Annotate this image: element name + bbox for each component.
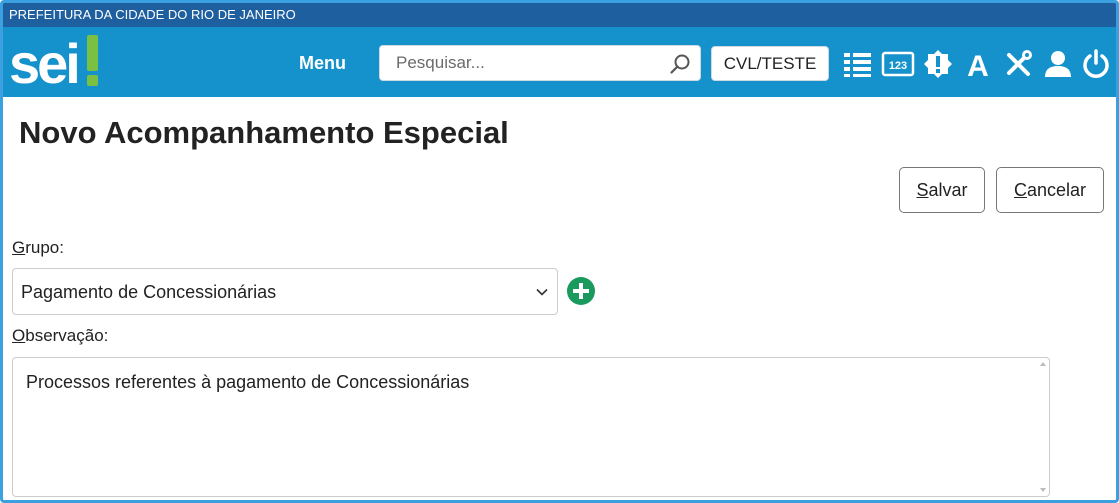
- tools-icon[interactable]: [1003, 49, 1033, 79]
- numbered-123-icon[interactable]: 123: [881, 49, 915, 79]
- add-group-button[interactable]: [566, 276, 596, 306]
- org-banner: PREFEITURA DA CIDADE DO RIO DE JANEIRO: [3, 3, 1116, 27]
- cancel-button[interactable]: Cancelar: [996, 167, 1104, 213]
- list-icon[interactable]: [843, 49, 873, 79]
- page-title: Novo Acompanhamento Especial: [19, 115, 509, 150]
- search-icon[interactable]: [668, 52, 692, 76]
- org-name: PREFEITURA DA CIDADE DO RIO DE JANEIRO: [9, 7, 296, 22]
- search-input[interactable]: [380, 46, 660, 80]
- group-select[interactable]: Pagamento de Concessionárias: [12, 268, 558, 315]
- search-box: [379, 45, 701, 81]
- user-icon[interactable]: [1043, 49, 1073, 79]
- svg-text:123: 123: [889, 60, 907, 72]
- navbar: sei Menu CVL/TESTE 123: [3, 27, 1116, 97]
- unit-selector-button[interactable]: CVL/TESTE: [711, 46, 829, 81]
- alert-badge-icon[interactable]: [923, 49, 953, 79]
- scroll-up-arrow-icon[interactable]: [1040, 361, 1046, 367]
- group-select-value: Pagamento de Concessionárias: [21, 282, 277, 302]
- observation-text: Processos referentes à pagamento de Conc…: [26, 372, 470, 392]
- group-label: Grupo:: [12, 238, 64, 257]
- observation-label: Observação:: [12, 326, 109, 345]
- chevron-down-icon: [536, 288, 548, 296]
- svg-text:sei: sei: [9, 32, 78, 93]
- observation-textarea[interactable]: Processos referentes à pagamento de Conc…: [12, 357, 1050, 497]
- svg-text:A: A: [967, 50, 989, 79]
- app-window: PREFEITURA DA CIDADE DO RIO DE JANEIRO s…: [0, 0, 1119, 503]
- menu-button[interactable]: Menu: [299, 53, 346, 74]
- sei-logo[interactable]: sei: [9, 31, 105, 93]
- save-button[interactable]: Salvar: [899, 167, 985, 213]
- scroll-down-arrow-icon[interactable]: [1040, 487, 1046, 493]
- power-icon[interactable]: [1081, 49, 1111, 79]
- font-a-icon[interactable]: A: [963, 49, 993, 79]
